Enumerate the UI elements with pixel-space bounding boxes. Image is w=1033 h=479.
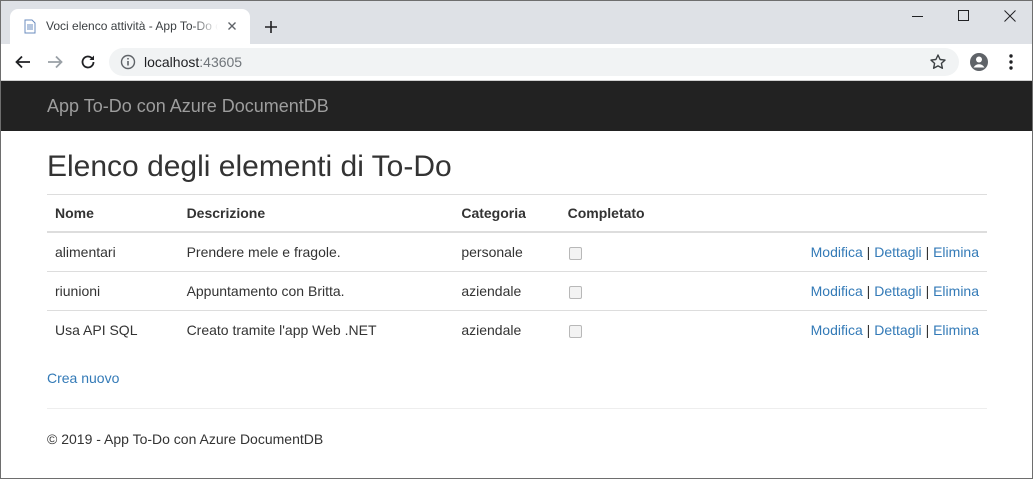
site-navbar: App To-Do con Azure DocumentDB bbox=[1, 81, 1032, 131]
completed-checkbox[interactable] bbox=[568, 246, 582, 260]
action-separator: | bbox=[925, 283, 930, 299]
back-arrow-icon[interactable] bbox=[14, 53, 32, 71]
cell-description: Creato tramite l'app Web .NET bbox=[178, 310, 454, 349]
tab-strip: Voci elenco attività - App To-Do con Azu… bbox=[1, 1, 1032, 44]
cell-completed bbox=[559, 271, 683, 311]
column-header-category: Categoria bbox=[453, 194, 560, 232]
todo-table: Nome Descrizione Categoria Completato al… bbox=[47, 194, 987, 349]
cell-actions: Modifica | Dettagli | Elimina bbox=[682, 231, 987, 272]
cell-completed bbox=[559, 231, 683, 272]
account-icon[interactable] bbox=[969, 52, 989, 72]
column-header-name: Nome bbox=[47, 194, 179, 232]
browser-toolbar: localhost:43605 bbox=[1, 44, 1032, 81]
minimize-icon[interactable] bbox=[895, 1, 941, 33]
brand-link[interactable]: App To-Do con Azure DocumentDB bbox=[47, 96, 329, 117]
cell-description: Appuntamento con Britta. bbox=[178, 271, 454, 311]
completed-checkbox[interactable] bbox=[568, 285, 582, 299]
action-separator: | bbox=[925, 322, 930, 338]
tab-title: Voci elenco attività - App To-Do con Azu… bbox=[46, 19, 218, 33]
forward-arrow-icon[interactable] bbox=[46, 53, 64, 71]
footer-divider bbox=[47, 408, 987, 409]
completed-checkbox[interactable] bbox=[568, 324, 582, 338]
info-icon[interactable] bbox=[120, 54, 136, 70]
footer-copyright: © 2019 - App To-Do con Azure DocumentDB bbox=[47, 431, 324, 447]
star-icon[interactable] bbox=[929, 53, 947, 71]
edit-link[interactable]: Modifica bbox=[811, 322, 863, 338]
url-port: :43605 bbox=[199, 54, 243, 70]
details-link[interactable]: Dettagli bbox=[874, 283, 921, 299]
table-row: Usa API SQL Creato tramite l'app Web .NE… bbox=[47, 310, 987, 349]
cell-actions: Modifica | Dettagli | Elimina bbox=[682, 271, 987, 311]
delete-link[interactable]: Elimina bbox=[933, 244, 979, 260]
more-vert-icon[interactable] bbox=[1003, 53, 1019, 71]
reload-icon[interactable] bbox=[79, 53, 97, 71]
action-separator: | bbox=[866, 283, 871, 299]
details-link[interactable]: Dettagli bbox=[874, 322, 921, 338]
cell-name: Usa API SQL bbox=[47, 310, 179, 349]
edit-link[interactable]: Modifica bbox=[811, 283, 863, 299]
delete-link[interactable]: Elimina bbox=[933, 322, 979, 338]
maximize-icon[interactable] bbox=[941, 1, 987, 33]
cell-completed bbox=[559, 310, 683, 349]
cell-category: aziendale bbox=[453, 271, 560, 311]
action-separator: | bbox=[866, 322, 871, 338]
column-header-completed: Completato bbox=[559, 194, 683, 232]
column-header-actions bbox=[682, 194, 987, 232]
cell-category: aziendale bbox=[453, 310, 560, 349]
cell-actions: Modifica | Dettagli | Elimina bbox=[682, 310, 987, 349]
cell-name: alimentari bbox=[47, 231, 179, 272]
browser-tab[interactable]: Voci elenco attività - App To-Do con Azu… bbox=[10, 9, 250, 44]
window-close-icon[interactable] bbox=[987, 1, 1032, 33]
column-header-description: Descrizione bbox=[178, 194, 454, 232]
table-header-row: Nome Descrizione Categoria Completato bbox=[47, 194, 987, 232]
table-row: riunioni Appuntamento con Britta. aziend… bbox=[47, 271, 987, 311]
address-bar[interactable]: localhost:43605 bbox=[109, 48, 959, 76]
page-title: Elenco degli elementi di To-Do bbox=[47, 150, 452, 183]
page-icon bbox=[23, 19, 37, 34]
url-text: localhost:43605 bbox=[144, 54, 242, 70]
details-link[interactable]: Dettagli bbox=[874, 244, 921, 260]
plus-icon[interactable] bbox=[263, 19, 279, 35]
browser-window: Voci elenco attività - App To-Do con Azu… bbox=[0, 0, 1033, 479]
action-separator: | bbox=[925, 244, 930, 260]
url-host: localhost bbox=[144, 54, 200, 70]
close-icon[interactable] bbox=[224, 18, 240, 34]
cell-description: Prendere mele e fragole. bbox=[178, 231, 454, 272]
delete-link[interactable]: Elimina bbox=[933, 283, 979, 299]
cell-category: personale bbox=[453, 231, 560, 272]
cell-name: riunioni bbox=[47, 271, 179, 311]
table-row: alimentari Prendere mele e fragole. pers… bbox=[47, 231, 987, 272]
action-separator: | bbox=[866, 244, 871, 260]
edit-link[interactable]: Modifica bbox=[811, 244, 863, 260]
create-new-link[interactable]: Crea nuovo bbox=[47, 370, 119, 386]
